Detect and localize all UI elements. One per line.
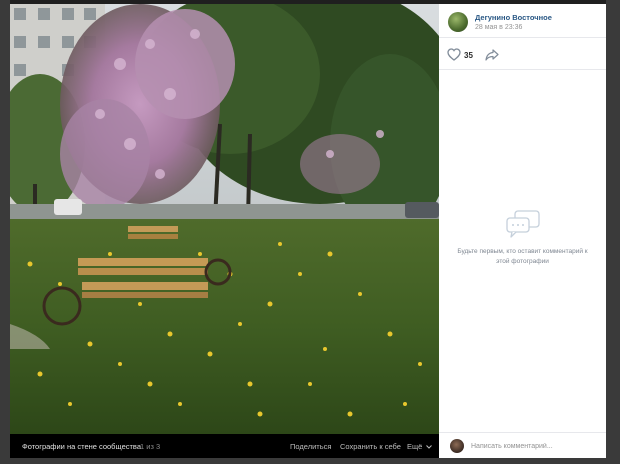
comments-panel: Дегунино Восточное 28 мая в 23:36 35 Буд… bbox=[439, 4, 606, 458]
share-link[interactable]: Поделиться bbox=[290, 442, 331, 451]
speech-bubbles-icon bbox=[505, 210, 540, 238]
photo-counter: 1 из 3 bbox=[140, 442, 161, 451]
photo-image bbox=[10, 4, 439, 434]
backdrop-right[interactable] bbox=[606, 0, 620, 464]
chevron-down-icon bbox=[426, 445, 433, 449]
user-avatar bbox=[450, 439, 464, 453]
save-link[interactable]: Сохранить к себе bbox=[340, 442, 401, 451]
heart-icon bbox=[447, 48, 461, 61]
more-link[interactable]: Ещё bbox=[407, 442, 433, 451]
share-button[interactable] bbox=[485, 48, 501, 62]
post-actions: 35 bbox=[439, 40, 606, 70]
photo-viewer: Фотографии на стене сообщества 1 из 3 По… bbox=[0, 0, 620, 464]
share-arrow-icon bbox=[485, 49, 499, 61]
backdrop-bottom[interactable] bbox=[10, 458, 606, 464]
like-count: 35 bbox=[464, 51, 473, 60]
no-comments-text: Будьте первым, кто оставит комментарий к… bbox=[457, 248, 588, 265]
comment-composer bbox=[439, 432, 606, 458]
comment-input[interactable] bbox=[471, 438, 599, 454]
community-avatar[interactable] bbox=[448, 12, 468, 32]
album-link[interactable]: Фотографии на стене сообщества bbox=[22, 442, 141, 451]
more-label: Ещё bbox=[407, 442, 423, 451]
photo-caption-bar: Фотографии на стене сообщества 1 из 3 По… bbox=[10, 434, 439, 458]
post-date[interactable]: 28 мая в 23:36 bbox=[475, 24, 522, 31]
author-name[interactable]: Дегунино Восточное bbox=[475, 13, 552, 22]
no-comments-placeholder: Будьте первым, кто оставит комментарий к… bbox=[439, 209, 606, 267]
like-button[interactable]: 35 bbox=[447, 48, 487, 64]
backdrop-left[interactable] bbox=[0, 0, 10, 464]
post-header: Дегунино Восточное 28 мая в 23:36 bbox=[439, 4, 606, 38]
photo[interactable] bbox=[10, 4, 439, 434]
